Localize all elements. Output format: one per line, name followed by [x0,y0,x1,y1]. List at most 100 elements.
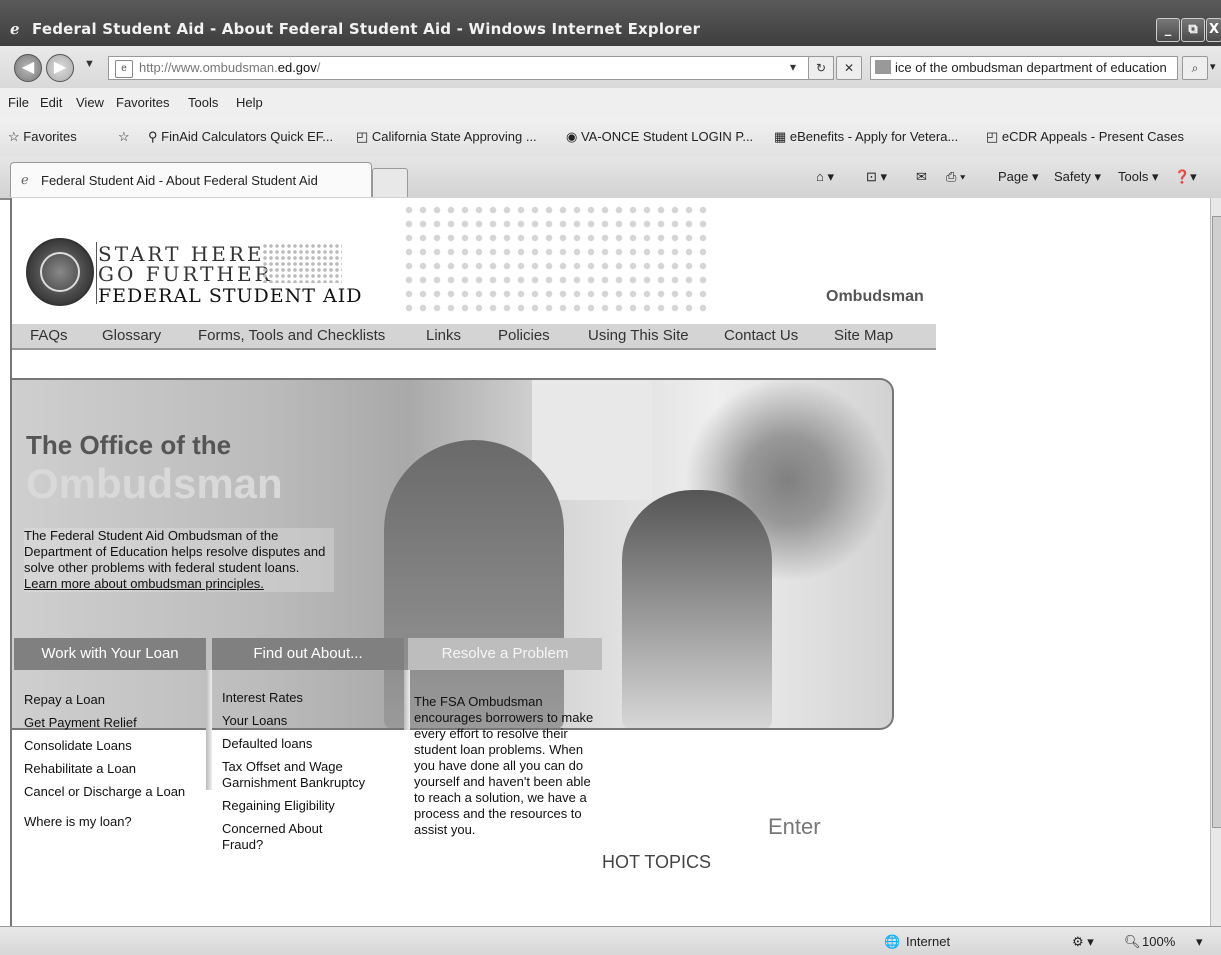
fav-label: eCDR Appeals - Present Cases [1001,129,1184,144]
nav-glossary[interactable]: Glossary [102,327,161,344]
vertical-scrollbar[interactable] [1210,198,1221,926]
nav-links[interactable]: Links [426,327,461,344]
home-icon[interactable]: ⌂ ▾ [816,169,834,185]
hero-desc-text: The Federal Student Aid Ombudsman of the… [24,528,326,575]
find-out-list: Interest Rates Your Loans Defaulted loan… [222,690,392,860]
link-regaining-eligibility[interactable]: Regaining Eligibility [222,798,392,814]
nav-using-this-site[interactable]: Using This Site [588,327,689,344]
minimize-button[interactable]: _ [1156,18,1180,42]
box-find-out-header: Find out About... [212,638,404,670]
link-consolidate[interactable]: Consolidate Loans [24,738,194,754]
restore-button[interactable]: ⧉ [1181,18,1205,42]
menu-help[interactable]: Help [236,95,263,110]
link-payment-relief[interactable]: Get Payment Relief [24,715,194,731]
fav-label: VA-ONCE Student LOGIN P... [580,129,754,144]
url-prefix: http://www.ombudsman. [139,60,278,75]
zoom-dropdown-icon[interactable]: ▾ [1196,934,1203,950]
add-favorite-icon[interactable]: ☆ [118,129,130,145]
nav-forms[interactable]: Forms, Tools and Checklists [198,327,385,344]
zoom-icon: 🔍︎ [1124,934,1141,949]
history-dropdown-icon[interactable]: ▼ [84,58,95,70]
nav-policies[interactable]: Policies [498,327,550,344]
search-icon[interactable]: ⌕ [1182,56,1208,80]
safety-menu[interactable]: Safety ▾ [1054,169,1101,185]
finaid-icon: ⚲ [148,129,162,144]
star-icon: ☆ [8,129,24,144]
status-bar: 🌐 Internet ⚙ ▾ 🔍︎ 100% ▾ [0,926,1221,955]
enter-label[interactable]: Enter [768,814,821,840]
globe-icon: 🌐 [884,934,901,949]
protected-mode-icon[interactable]: ⚙ ▾ [1072,934,1094,950]
hot-topics-heading: HOT TOPICS [602,852,712,872]
box-resolve-header: Resolve a Problem [408,638,602,670]
box-work-with-loan-header: Work with Your Loan [14,638,206,670]
new-tab-button[interactable] [372,168,408,197]
back-button[interactable]: ◀ [14,54,42,82]
tab-bar: ℯ Federal Student Aid - About Federal St… [0,156,1221,200]
help-icon[interactable]: ❓▾ [1174,169,1197,185]
page-menu[interactable]: Page ▾ [998,169,1039,185]
print-icon[interactable]: ⎙ ▾ [946,169,965,185]
address-dropdown-icon[interactable]: ▾ [784,56,802,78]
page-icon: ◰ [986,129,1002,144]
ie-logo-icon: ℯ [10,20,20,38]
hero-person-left [384,440,564,728]
zone-label: Internet [906,934,951,949]
feeds-icon[interactable]: ⊡ ▾ [866,169,887,185]
zoom-level[interactable]: 100% [1142,934,1175,949]
tools-menu[interactable]: Tools ▾ [1118,169,1159,185]
link-where-is-loan[interactable]: Where is my loan? [24,814,194,830]
link-tax-offset[interactable]: Tax Offset and Wage Garnishment Bankrupt… [222,759,372,791]
forward-button[interactable]: ▶ [46,54,74,82]
link-repay-loan[interactable]: Repay a Loan [24,692,194,708]
learn-more-link[interactable]: Learn more about ombudsman principles. [24,576,264,591]
va-seal-icon: ◉ [566,129,581,144]
link-your-loans[interactable]: Your Loans [222,713,392,729]
search-input[interactable]: ice of the ombudsman department of educa… [870,56,1178,80]
nav-faqs[interactable]: FAQs [30,327,68,344]
search-options-icon[interactable]: ▾ [1210,60,1216,73]
link-cancel-discharge[interactable]: Cancel or Discharge a Loan [24,784,194,800]
ebenefits-icon: ▦ [774,129,790,144]
logo-dot-pattern [262,243,342,283]
fav-item-va-once[interactable]: ◉ VA-ONCE Student LOGIN P... [566,129,753,145]
favorites-button[interactable]: ☆ Favorites [8,129,77,145]
menu-file[interactable]: File [8,95,29,110]
address-toolbar: ◀ ▶ ▼ e http://www.ombudsman.ed.gov/ ▾ ↻ … [0,46,1221,88]
fav-item-finaid[interactable]: ⚲ FinAid Calculators Quick EF... [148,129,333,145]
header-dot-pattern [402,203,712,313]
link-rehabilitate[interactable]: Rehabilitate a Loan [24,761,194,777]
scrollbar-thumb[interactable] [1212,216,1221,828]
nav-site-map[interactable]: Site Map [834,327,893,344]
page-icon: ℯ [21,172,29,187]
fav-label: eBenefits - Apply for Vetera... [789,129,959,144]
hero-person-right [622,490,772,728]
column-divider [404,670,410,730]
menu-edit[interactable]: Edit [40,95,62,110]
refresh-icon[interactable]: ↻ [808,56,834,80]
link-concerned-fraud[interactable]: Concerned About Fraud? [222,821,352,853]
stop-icon[interactable]: ✕ [836,56,862,80]
resolve-problem-text: The FSA Ombudsman encourages borrowers t… [414,694,594,837]
logo-line3: FEDERAL STUDENT AID [98,285,363,307]
fav-item-ecdr[interactable]: ◰ eCDR Appeals - Present Cases [986,129,1184,145]
menu-tools[interactable]: Tools [188,95,218,110]
fav-label: FinAid Calculators Quick EF... [161,129,334,144]
search-text: ice of the ombudsman department of educa… [895,60,1167,75]
mail-icon[interactable]: ✉ [916,169,927,185]
menu-view[interactable]: View [76,95,104,110]
fav-item-ebenefits[interactable]: ▦ eBenefits - Apply for Vetera... [774,129,958,145]
close-button[interactable]: X [1206,18,1221,42]
nav-contact-us[interactable]: Contact Us [724,327,798,344]
address-bar[interactable]: e http://www.ombudsman.ed.gov/ [108,56,834,80]
tab-active[interactable]: ℯ Federal Student Aid - About Federal St… [10,162,372,197]
fav-item-california[interactable]: ◰ California State Approving ... [356,129,537,145]
window-title: Federal Student Aid - About Federal Stud… [32,20,701,38]
menu-favorites[interactable]: Favorites [116,95,169,110]
link-interest-rates[interactable]: Interest Rates [222,690,392,706]
link-defaulted-loans[interactable]: Defaulted loans [222,736,392,752]
section-label: Ombudsman [826,288,924,305]
url-domain: ed.gov [277,60,317,75]
tab-label: Federal Student Aid - About Federal Stud… [41,173,318,188]
url-suffix: / [316,60,321,75]
